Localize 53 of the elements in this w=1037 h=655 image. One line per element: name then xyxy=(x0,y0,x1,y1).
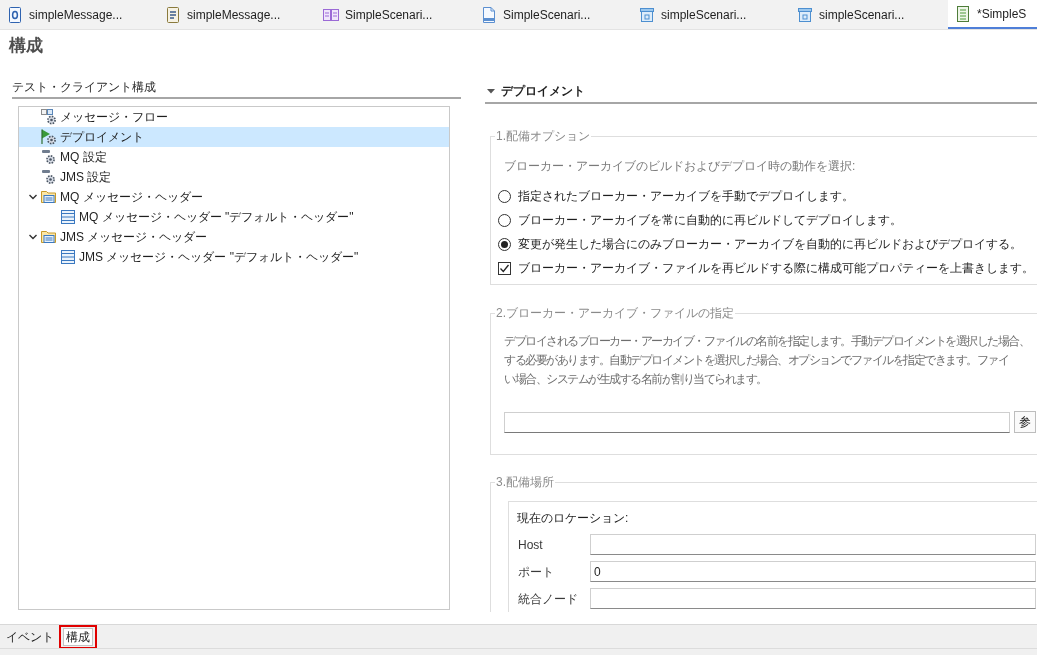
checkbox-option[interactable]: ブローカー・アーカイブ・ファイルを再ビルドする際に構成可能プロパティーを上書きします。 xyxy=(491,256,1034,280)
radio-button[interactable] xyxy=(498,237,511,251)
spreadsheet-icon xyxy=(955,5,971,22)
editor-tab[interactable]: *SimpleS xyxy=(948,0,1037,29)
radio-button[interactable] xyxy=(498,213,511,227)
file-icon xyxy=(481,6,497,23)
editor-tab[interactable]: simpleMessage... xyxy=(158,0,316,29)
editor-tab[interactable]: SimpleScenari... xyxy=(316,0,474,29)
folder-icon xyxy=(41,189,57,205)
table-icon xyxy=(60,209,76,225)
browse-button[interactable]: 参 xyxy=(1014,411,1036,433)
page-icon xyxy=(165,6,181,23)
gear-icon xyxy=(41,169,57,185)
radio-option[interactable]: ブローカー・アーカイブを常に自動的に再ビルドしてデプロイします。 xyxy=(491,208,902,232)
editor-tab[interactable]: simpleScenari... xyxy=(790,0,948,29)
text-field[interactable] xyxy=(590,588,1036,609)
panel-title: テスト・クライアント構成 xyxy=(12,80,156,94)
group-title: 1.配備オプション xyxy=(495,129,591,143)
box-icon xyxy=(639,6,655,23)
text-field[interactable]: 0 xyxy=(590,561,1036,582)
chevron-icon[interactable] xyxy=(28,192,38,202)
folder-icon xyxy=(41,229,57,245)
radio-option[interactable]: 指定されたブローカー・アーカイブを手動でデプロイします。 xyxy=(491,184,854,208)
box-icon xyxy=(797,6,813,23)
view-tab[interactable]: イベント xyxy=(3,627,57,646)
checkbox[interactable] xyxy=(498,261,511,275)
page-title: 構成 xyxy=(9,36,43,56)
grid-icon xyxy=(323,6,339,23)
view-tab[interactable]: 構成 xyxy=(63,627,93,646)
group-description: ブローカー・アーカイブのビルドおよびデプロイ時の動作を選択: xyxy=(504,159,856,173)
field-label: 統合ノード xyxy=(518,591,578,606)
flag-gear-icon xyxy=(41,129,57,145)
document-icon xyxy=(7,6,23,23)
editor-tab[interactable]: SimpleScenari... xyxy=(474,0,632,29)
caret-icon[interactable] xyxy=(487,87,495,95)
file-path-field[interactable] xyxy=(504,411,1010,433)
editor-tab[interactable]: simpleScenari... xyxy=(632,0,790,29)
section-header[interactable]: デプロイメント xyxy=(485,83,1037,104)
group-title: 3.配備場所 xyxy=(495,475,555,489)
radio-button[interactable] xyxy=(498,189,511,203)
tree-item[interactable]: デプロイメント xyxy=(19,127,449,147)
diagram-gear-icon xyxy=(41,109,57,125)
gear-icon xyxy=(41,149,57,165)
group-title: 2.ブローカー・アーカイブ・ファイルの指定 xyxy=(495,306,735,320)
field-label: Host xyxy=(518,537,543,552)
table-icon xyxy=(60,249,76,265)
field-label: ポート xyxy=(518,564,554,579)
radio-option[interactable]: 変更が発生した場合にのみブローカー・アーカイブを自動的に再ビルドおよびデプロイする。 xyxy=(491,232,1022,256)
text-field[interactable] xyxy=(590,534,1036,555)
chevron-icon[interactable] xyxy=(28,232,38,242)
group-description: デプロイされるブローカー・アーカイブ・ファイルの名前を指定します。手動デプロイメントを選択した場合、 する必要があります。自動デプロイメントを選択した場合、オプションでファイルを指定できます。ファイ い場合、システムが生成する名前が割り当てられます。 xyxy=(504,333,1029,388)
subgroup-title: 現在のロケーション: xyxy=(517,511,629,525)
editor-tab[interactable]: simpleMessage... xyxy=(0,0,158,29)
